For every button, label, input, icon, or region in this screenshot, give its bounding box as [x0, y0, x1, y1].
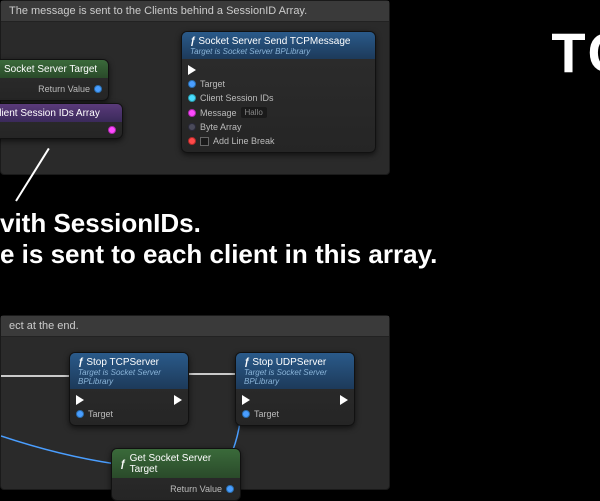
pin-label: Add Line Break [213, 136, 275, 146]
node-header: ƒ Get Socket Server Target [112, 449, 240, 478]
page-title-large: TC [551, 20, 600, 85]
node-subtitle: Target is Socket Server BPLibrary [244, 368, 346, 386]
node-header: Socket Server Target [0, 60, 108, 78]
panel-1-comment: The message is sent to the Clients behin… [1, 1, 389, 22]
blueprint-panel-2: ect at the end. ƒ Stop TCPServer Target … [0, 315, 390, 490]
exec-out-pin[interactable] [340, 395, 348, 405]
pin-label: Message [200, 108, 237, 118]
input-pin-target[interactable] [242, 410, 250, 418]
node-header: ƒ Stop UDPServer Target is Socket Server… [236, 353, 354, 389]
annotation-text: vith SessionIDs. e is sent to each clien… [0, 208, 437, 270]
exec-in-pin[interactable] [188, 65, 196, 75]
output-pin[interactable] [226, 485, 234, 493]
node-header: ƒ Socket Server Send TCPMessage Target i… [182, 32, 375, 59]
node-title: Socket Server Send TCPMessage [198, 36, 350, 47]
pin-label: Target [254, 409, 279, 419]
node-stop-udp-server[interactable]: ƒ Stop UDPServer Target is Socket Server… [235, 352, 355, 426]
pin-default-value[interactable]: Hallo [241, 107, 267, 118]
panel-2-comment: ect at the end. [1, 316, 389, 337]
node-header: ƒ Stop TCPServer Target is Socket Server… [70, 353, 188, 389]
pin-label: Byte Array [200, 122, 242, 132]
pin-label: Target [200, 79, 225, 89]
pin-label: Return Value [38, 84, 90, 94]
blueprint-panel-1: The message is sent to the Clients behin… [0, 0, 390, 175]
node-session-ids-array[interactable]: Client Session IDs Array [0, 103, 123, 139]
input-pin-line-break[interactable] [188, 137, 196, 145]
node-title: Stop TCPServer [86, 357, 159, 368]
node-title: Socket Server Target [4, 64, 97, 75]
pin-label: Target [88, 409, 113, 419]
input-pin-target[interactable] [188, 80, 196, 88]
input-pin-session-ids[interactable] [188, 94, 196, 102]
exec-in-pin[interactable] [242, 395, 250, 405]
node-header: Client Session IDs Array [0, 104, 122, 122]
function-icon: ƒ [120, 459, 126, 470]
annotation-line-2: e is sent to each client in this array. [0, 239, 437, 270]
annotation-line-1: vith SessionIDs. [0, 208, 437, 239]
node-subtitle: Target is Socket Server BPLibrary [190, 47, 350, 56]
input-pin-target[interactable] [76, 410, 84, 418]
pin-label: Return Value [170, 484, 222, 494]
node-send-tcp-message[interactable]: ƒ Socket Server Send TCPMessage Target i… [181, 31, 376, 153]
node-get-socket-server-target[interactable]: ƒ Get Socket Server Target Return Value [111, 448, 241, 501]
node-title: Client Session IDs Array [0, 108, 100, 119]
pin-label: Client Session IDs [200, 93, 274, 103]
checkbox-line-break[interactable] [200, 137, 209, 146]
input-pin-message[interactable] [188, 109, 196, 117]
node-socket-server-target[interactable]: Socket Server Target Return Value [0, 59, 109, 101]
exec-out-pin[interactable] [174, 395, 182, 405]
input-pin-byte-array[interactable] [188, 123, 196, 131]
node-title: Get Socket Server Target [130, 453, 232, 475]
node-stop-tcp-server[interactable]: ƒ Stop TCPServer Target is Socket Server… [69, 352, 189, 426]
node-title: Stop UDPServer [252, 357, 326, 368]
exec-in-pin[interactable] [76, 395, 84, 405]
output-pin[interactable] [94, 85, 102, 93]
output-pin[interactable] [108, 126, 116, 134]
node-subtitle: Target is Socket Server BPLibrary [78, 368, 180, 386]
